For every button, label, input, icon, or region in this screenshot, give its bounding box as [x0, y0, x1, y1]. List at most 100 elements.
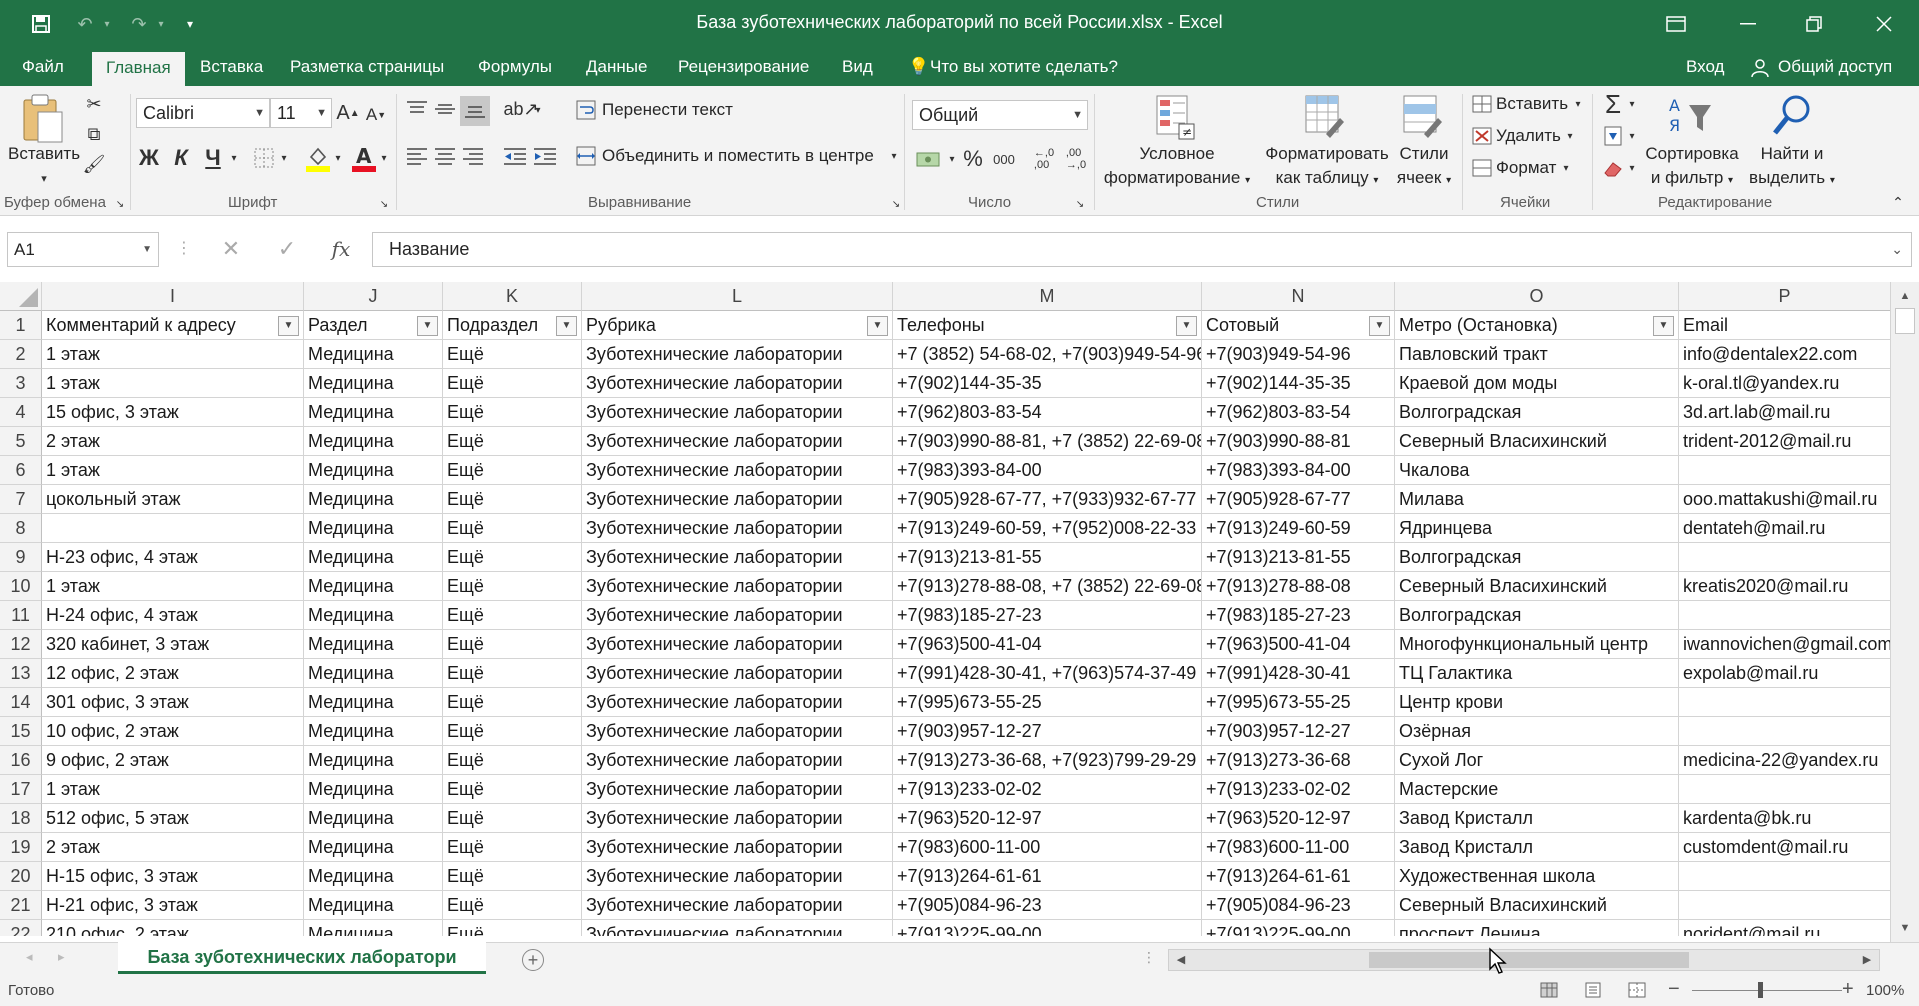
row-header[interactable]: 2 [0, 340, 42, 369]
format-as-table-button[interactable]: Форматировать как таблицу ▾ [1256, 142, 1398, 193]
row-header[interactable]: 9 [0, 543, 42, 572]
table-cell[interactable]: +7(913)273-36-68 [1202, 746, 1395, 775]
table-cell[interactable] [1679, 543, 1890, 572]
format-cells-button[interactable]: Формат [1496, 158, 1556, 178]
formula-input[interactable]: Название ⌄ [372, 232, 1912, 267]
share-button[interactable]: Общий доступ [1738, 48, 1906, 86]
table-cell[interactable]: iwannovichen@gmail.com [1679, 630, 1890, 659]
number-format-select[interactable]: Общий ▼ [912, 100, 1088, 130]
table-cell[interactable]: Зуботехнические лаборатории [582, 920, 893, 936]
select-all-button[interactable] [0, 282, 42, 311]
restore-icon[interactable] [1786, 0, 1842, 48]
table-cell[interactable]: Медицина [304, 862, 443, 891]
column-header-k[interactable]: K [443, 282, 582, 311]
table-cell[interactable]: +7(983)393-84-00 [893, 456, 1202, 485]
delete-cells-button[interactable]: Удалить [1496, 126, 1561, 146]
fill-icon[interactable] [1600, 122, 1626, 150]
row-header[interactable]: 20 [0, 862, 42, 891]
table-cell[interactable]: Ещё [443, 804, 582, 833]
table-cell[interactable]: customdent@mail.ru [1679, 833, 1890, 862]
table-cell[interactable]: +7(913)278-88-08 [1202, 572, 1395, 601]
table-cell[interactable]: Зуботехнические лаборатории [582, 746, 893, 775]
paste-icon[interactable] [14, 92, 72, 144]
table-cell[interactable]: info@dentalex22.com [1679, 340, 1890, 369]
table-cell[interactable]: Ещё [443, 862, 582, 891]
table-cell[interactable]: Зуботехнические лаборатории [582, 601, 893, 630]
table-cell[interactable]: kreatis2020@mail.ru [1679, 572, 1890, 601]
table-cell[interactable]: medicina-22@yandex.ru [1679, 746, 1890, 775]
table-cell[interactable]: 2 этаж [42, 427, 304, 456]
zoom-out-icon[interactable]: − [1668, 978, 1684, 1000]
percent-button[interactable]: % [960, 146, 986, 172]
table-cell[interactable]: +7(902)144-35-35 [893, 369, 1202, 398]
row-header[interactable]: 18 [0, 804, 42, 833]
table-cell[interactable]: +7(913)264-61-61 [1202, 862, 1395, 891]
table-cell[interactable]: +7(963)500-41-04 [1202, 630, 1395, 659]
table-cell[interactable]: Многофункциональный центр [1395, 630, 1679, 659]
table-cell[interactable]: Зуботехнические лаборатории [582, 572, 893, 601]
align-right-icon[interactable] [460, 142, 486, 170]
tab-page-layout[interactable]: Разметка страницы [276, 48, 458, 86]
paste-dropdown-icon[interactable]: ▾ [34, 170, 54, 186]
table-cell[interactable]: Медицина [304, 601, 443, 630]
table-cell[interactable]: Зуботехнические лаборатории [582, 369, 893, 398]
increase-decimal-icon[interactable]: ←,0,00 [1030, 144, 1058, 174]
table-cell[interactable]: +7(983)600-11-00 [893, 833, 1202, 862]
table-cell[interactable] [1679, 456, 1890, 485]
underline-dropdown-icon[interactable]: ▾ [228, 148, 240, 168]
table-cell[interactable]: 12 офис, 2 этаж [42, 659, 304, 688]
tab-formulas[interactable]: Формулы [464, 48, 566, 86]
table-cell[interactable]: Медицина [304, 572, 443, 601]
tab-home[interactable]: Главная [92, 52, 185, 86]
table-cell[interactable]: +7(962)803-83-54 [893, 398, 1202, 427]
formula-bar-resize-icon[interactable]: ⋮ [176, 238, 192, 260]
table-cell[interactable]: +7(913)233-02-02 [893, 775, 1202, 804]
table-cell[interactable]: Завод Кристалл [1395, 804, 1679, 833]
wrap-text-button[interactable]: Перенести текст [602, 100, 733, 120]
table-cell[interactable]: ТЦ Галактика [1395, 659, 1679, 688]
sign-in-link[interactable]: Вход [1672, 48, 1738, 86]
page-break-view-icon[interactable] [1628, 982, 1648, 1000]
table-cell[interactable]: Зуботехнические лаборатории [582, 891, 893, 920]
table-cell[interactable]: Медицина [304, 833, 443, 862]
tab-view[interactable]: Вид [828, 48, 887, 86]
table-cell[interactable]: Ещё [443, 427, 582, 456]
table-cell[interactable]: +7(991)428-30-41, +7(963)574-37-49 [893, 659, 1202, 688]
table-cell[interactable]: Н-15 офис, 3 этаж [42, 862, 304, 891]
table-cell[interactable]: norident@mail.ru [1679, 920, 1890, 936]
expand-formula-bar-icon[interactable]: ⌄ [1891, 233, 1903, 266]
table-cell[interactable]: Зуботехнические лаборатории [582, 630, 893, 659]
filter-dropdown-icon[interactable]: ▼ [556, 316, 577, 336]
table-cell[interactable]: 320 кабинет, 3 этаж [42, 630, 304, 659]
insert-cells-icon[interactable] [1470, 92, 1494, 116]
table-cell[interactable]: +7(913)278-88-08, +7 (3852) 22-69-08 [893, 572, 1202, 601]
table-cell[interactable]: Зуботехнические лаборатории [582, 340, 893, 369]
table-cell[interactable]: Ещё [443, 717, 582, 746]
table-cell[interactable]: +7(903)990-88-81, +7 (3852) 22-69-08 [893, 427, 1202, 456]
table-cell[interactable]: +7(913)213-81-55 [893, 543, 1202, 572]
prev-sheet-icon[interactable]: ◂ [26, 949, 44, 969]
table-cell[interactable]: Зуботехнические лаборатории [582, 688, 893, 717]
cut-icon[interactable]: ✂ [82, 92, 106, 116]
table-cell[interactable]: +7(913)273-36-68, +7(923)799-29-29 [893, 746, 1202, 775]
table-header-cell[interactable]: Email [1679, 311, 1890, 340]
increase-indent-icon[interactable] [532, 142, 558, 170]
sort-filter-icon[interactable]: AЯ [1666, 92, 1714, 140]
table-cell[interactable]: +7(963)500-41-04 [893, 630, 1202, 659]
table-cell[interactable]: +7(905)084-96-23 [1202, 891, 1395, 920]
table-cell[interactable]: +7(983)393-84-00 [1202, 456, 1395, 485]
thousands-separator-button[interactable]: 000 [990, 146, 1018, 172]
sort-filter-button[interactable]: Сортировка и фильтр ▾ [1638, 142, 1746, 193]
tell-me-box[interactable]: 💡 Что вы хотите сделать? [900, 48, 1132, 86]
cancel-icon[interactable]: ✕ [218, 236, 244, 262]
table-cell[interactable]: Ещё [443, 659, 582, 688]
table-cell[interactable]: Медицина [304, 688, 443, 717]
table-cell[interactable]: Сухой Лог [1395, 746, 1679, 775]
decrease-font-icon[interactable]: A ▼ [364, 102, 388, 128]
table-header-cell[interactable]: Сотовый ▼ [1202, 311, 1395, 340]
table-cell[interactable]: +7(983)600-11-00 [1202, 833, 1395, 862]
table-cell[interactable]: +7(903)990-88-81 [1202, 427, 1395, 456]
table-cell[interactable]: Медицина [304, 398, 443, 427]
table-cell[interactable]: Медицина [304, 340, 443, 369]
alignment-launcher-icon[interactable]: ↘ [890, 198, 902, 210]
